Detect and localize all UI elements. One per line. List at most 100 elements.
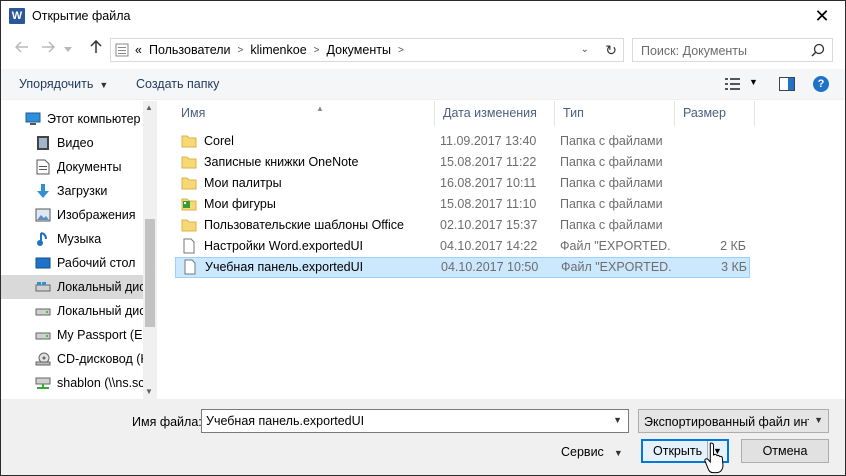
nav-item-desktop[interactable]: Рабочий стол (1, 251, 143, 275)
chevron-down-icon[interactable]: ▼ (613, 415, 622, 425)
folder-icon (181, 135, 197, 148)
file-type: Папка с файлами (560, 218, 663, 232)
file-row[interactable]: Мои палитры 16.08.2017 10:11 Папка с фай… (175, 173, 750, 194)
video-icon (35, 135, 51, 151)
column-header-name[interactable]: ▲ Имя (173, 101, 435, 126)
chevron-down-icon: ▼ (749, 77, 758, 87)
chevron-down-icon[interactable]: ⌄ (581, 42, 589, 58)
nav-item-label: Этот компьютер (47, 112, 141, 126)
scroll-up-icon[interactable]: ▲ (145, 103, 153, 112)
file-name: Записные книжки OneNote (204, 155, 359, 169)
nav-item-network-drive[interactable]: shablon (\\ns.sc (1, 371, 143, 395)
word-app-icon: W (9, 8, 25, 24)
filename-value[interactable]: Учебная панель.exportedUI (206, 414, 364, 428)
nav-item-documents[interactable]: Документы (1, 155, 143, 179)
nav-item-local-disk-c[interactable]: Локальный дис (1, 275, 143, 299)
file-date: 04.10.2017 14:22 (440, 239, 538, 253)
search-box[interactable]: Поиск: Документы (632, 38, 833, 62)
nav-item-label: My Passport (E:) (57, 328, 143, 342)
chevron-down-icon (64, 47, 72, 52)
folder-icon (181, 219, 197, 232)
folder-icon (181, 177, 197, 190)
recent-locations-button[interactable] (61, 39, 75, 61)
file-row[interactable]: Настройки Word.exportedUI 04.10.2017 14:… (175, 236, 750, 257)
file-row-selected[interactable]: Учебная панель.exportedUI 04.10.2017 10:… (175, 257, 750, 278)
file-name: Мои палитры (204, 176, 282, 190)
column-header-date[interactable]: Дата изменения (435, 101, 555, 126)
nav-item-label: Рабочий стол (57, 256, 136, 270)
chevron-down-icon: ▼ (99, 80, 109, 90)
filename-field[interactable]: Учебная панель.exportedUI ▼ (201, 409, 629, 433)
address-bar[interactable]: « Пользователи > klimenkoe > Документы >… (110, 38, 624, 62)
navigation-pane: Этот компьютер Видео Документы Загрузки … (1, 101, 157, 399)
organize-button[interactable]: Упорядочить ▼ (19, 77, 108, 91)
tools-label: Сервис (561, 445, 604, 459)
change-view-button[interactable] (725, 77, 741, 94)
filter-value: Экспортированный файл инте (644, 415, 809, 429)
file-row[interactable]: Пользовательские шаблоны Office 02.10.20… (175, 215, 750, 236)
up-button[interactable] (85, 39, 107, 61)
breadcrumb-overflow[interactable]: « (135, 43, 142, 59)
nav-scrollbar[interactable]: ▲ ▼ (143, 101, 157, 399)
drive-icon (35, 327, 51, 343)
close-button[interactable]: ✕ (799, 1, 845, 32)
documents-icon (35, 159, 51, 175)
back-button[interactable] (11, 39, 33, 61)
arrow-left-icon (14, 41, 28, 53)
help-icon[interactable]: ? (813, 76, 829, 92)
column-header-type[interactable]: Тип (555, 101, 675, 126)
cancel-button[interactable]: Отмена (741, 439, 829, 463)
cd-drive-icon (35, 351, 51, 367)
nav-item-label: Изображения (57, 208, 136, 222)
file-list: ▲ Имя Дата изменения Тип Размер Corel 11… (157, 101, 845, 399)
file-icon (183, 238, 195, 254)
mouse-cursor-icon (704, 442, 724, 474)
file-date: 11.09.2017 13:40 (440, 134, 537, 148)
nav-item-label: Локальный дис (57, 304, 143, 318)
nav-item-downloads[interactable]: Загрузки (1, 179, 143, 203)
search-icon[interactable] (811, 43, 825, 57)
nav-item-video[interactable]: Видео (1, 131, 143, 155)
refresh-icon[interactable]: ↻ (605, 42, 617, 59)
nav-item-cd-drive[interactable]: CD-дисковод (K (1, 347, 143, 371)
organize-label: Упорядочить (19, 77, 94, 91)
nav-item-label: Музыка (57, 232, 102, 246)
file-row[interactable]: Мои фигуры 15.08.2017 11:10 Папка с файл… (175, 194, 750, 215)
file-row[interactable]: Записные книжки OneNote 15.08.2017 11:22… (175, 152, 750, 173)
scrollbar-thumb[interactable] (145, 219, 155, 327)
details-view-icon (725, 78, 740, 90)
arrow-right-icon (42, 41, 56, 53)
tools-button[interactable]: Сервис ▼ (561, 445, 623, 459)
breadcrumb-users[interactable]: Пользователи (149, 43, 231, 59)
network-drive-icon (35, 375, 51, 391)
nav-item-label: shablon (\\ns.sc (57, 376, 143, 390)
nav-item-pictures[interactable]: Изображения (1, 203, 143, 227)
search-input[interactable]: Поиск: Документы (641, 44, 747, 58)
open-label: Открыть (653, 444, 703, 458)
forward-button[interactable] (37, 39, 59, 61)
nav-item-this-pc[interactable]: Этот компьютер (1, 107, 143, 131)
scroll-down-icon[interactable]: ▼ (145, 387, 153, 396)
nav-item-label: Документы (57, 160, 122, 174)
breadcrumb-documents[interactable]: Документы (327, 43, 391, 59)
nav-item-my-passport[interactable]: My Passport (E:) (1, 323, 143, 347)
preview-pane-button[interactable] (779, 77, 795, 94)
file-name: Corel (204, 134, 234, 148)
chevron-right-icon[interactable]: > (398, 43, 404, 59)
computer-icon (25, 111, 41, 127)
chevron-right-icon[interactable]: > (314, 43, 320, 59)
chevron-right-icon[interactable]: > (238, 43, 244, 59)
nav-item-music[interactable]: Музыка (1, 227, 143, 251)
nav-item-local-disk-d[interactable]: Локальный дис (1, 299, 143, 323)
file-row[interactable]: Corel 11.09.2017 13:40 Папка с файлами (175, 131, 750, 152)
chevron-down-icon[interactable]: ▼ (814, 415, 823, 425)
file-date: 16.08.2017 10:11 (440, 176, 537, 190)
new-folder-button[interactable]: Создать папку (136, 77, 219, 91)
column-header-size[interactable]: Размер (675, 101, 755, 126)
music-icon (35, 231, 51, 247)
view-options-dropdown[interactable]: ▼ (749, 77, 758, 87)
file-type-filter[interactable]: Экспортированный файл инте ▼ (638, 409, 829, 433)
breadcrumb-user[interactable]: klimenkoe (250, 43, 306, 59)
file-date: 15.08.2017 11:10 (440, 197, 537, 211)
file-name: Пользовательские шаблоны Office (204, 218, 404, 232)
